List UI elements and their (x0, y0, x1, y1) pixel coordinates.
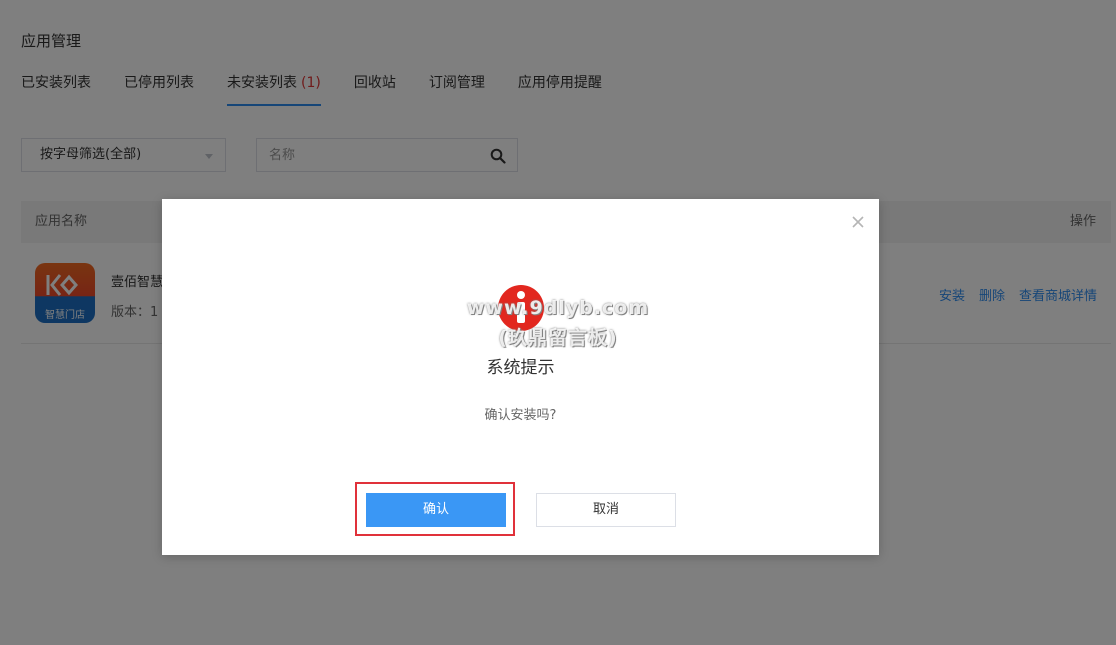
watermark: www.9dlyb.com (玖鼎留言板) (466, 297, 650, 349)
info-icon (498, 285, 544, 331)
confirm-dialog: www.9dlyb.com (玖鼎留言板) 系统提示 确认安装吗? 确认 取消 (162, 199, 879, 555)
dialog-title: 系统提示 (486, 358, 555, 378)
cancel-button[interactable]: 取消 (536, 493, 676, 527)
dialog-message: 确认安装吗? (484, 408, 557, 423)
close-icon[interactable] (851, 215, 865, 229)
confirm-button[interactable]: 确认 (366, 493, 506, 527)
